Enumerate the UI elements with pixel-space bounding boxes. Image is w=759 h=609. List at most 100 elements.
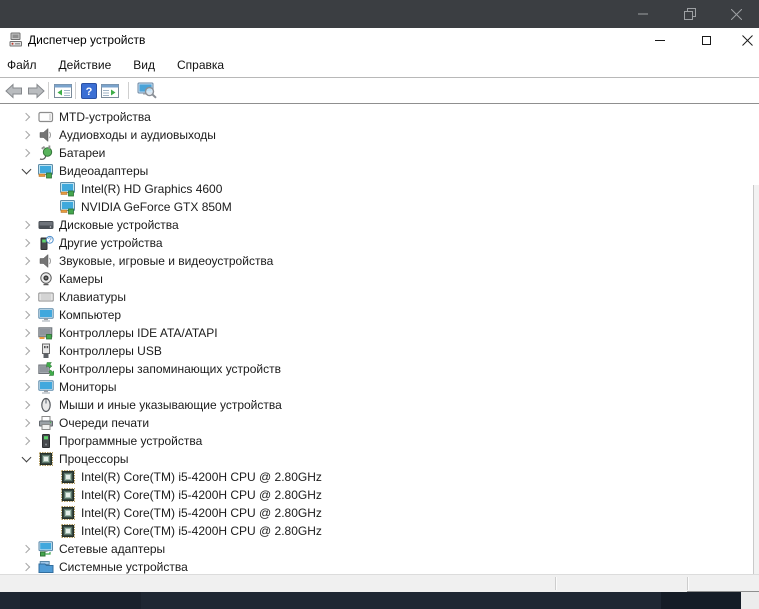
chevron-collapsed-icon[interactable] [16, 342, 38, 360]
chevron-placeholder [44, 180, 60, 198]
chevron-collapsed-icon[interactable] [16, 270, 38, 288]
chevron-collapsed-icon[interactable] [16, 558, 38, 574]
chevron-collapsed-icon[interactable] [16, 144, 38, 162]
forward-icon[interactable] [27, 80, 45, 102]
tree-item[interactable]: Контроллеры IDE ATA/ATAPI [0, 324, 759, 342]
minimize-icon[interactable] [645, 28, 675, 53]
audio-inputs-icon [38, 127, 54, 143]
display-adapter-icon [38, 163, 54, 179]
tree-item[interactable]: Процессоры [0, 450, 759, 468]
tree-item[interactable]: NVIDIA GeForce GTX 850M [0, 198, 759, 216]
tree-item-label: Intel(R) Core(TM) i5-4200H CPU @ 2.80GHz [81, 470, 322, 484]
taskbar-segment[interactable] [20, 592, 141, 609]
chevron-collapsed-icon[interactable] [16, 414, 38, 432]
menu-bar: Файл Действие Вид Справка [0, 53, 759, 77]
chevron-collapsed-icon[interactable] [16, 288, 38, 306]
back-icon[interactable] [5, 80, 23, 102]
tree-item[interactable]: Очереди печати [0, 414, 759, 432]
menu-file[interactable]: Файл [0, 53, 48, 77]
tree-item-label: Intel(R) HD Graphics 4600 [81, 182, 223, 196]
vertical-scrollbar[interactable] [753, 185, 759, 574]
tree-item[interactable]: Программные устройства [0, 432, 759, 450]
tree-item[interactable]: Intel(R) Core(TM) i5-4200H CPU @ 2.80GHz [0, 486, 759, 504]
tree-item-label: Звуковые, игровые и видеоустройства [59, 254, 274, 268]
tree-item[interactable]: ? Другие устройства [0, 234, 759, 252]
toolbar-separator [128, 82, 129, 99]
chevron-collapsed-icon[interactable] [16, 252, 38, 270]
system-device-icon [38, 559, 54, 574]
tree-item[interactable]: Звуковые, игровые и видеоустройства [0, 252, 759, 270]
tree-item[interactable]: Intel(R) HD Graphics 4600 [0, 180, 759, 198]
chevron-collapsed-icon[interactable] [16, 360, 38, 378]
tree-item-label: Intel(R) Core(TM) i5-4200H CPU @ 2.80GHz [81, 488, 322, 502]
usb-controller-icon [38, 343, 54, 359]
close-icon[interactable] [719, 0, 753, 28]
tree-item[interactable]: Intel(R) Core(TM) i5-4200H CPU @ 2.80GHz [0, 468, 759, 486]
tree-item[interactable]: Мыши и иные указывающие устройства [0, 396, 759, 414]
tree-item[interactable]: Сетевые адаптеры [0, 540, 759, 558]
tree-item[interactable]: Дисковые устройства [0, 216, 759, 234]
monitor-icon [38, 379, 54, 395]
tree-item[interactable]: Системные устройства [0, 558, 759, 574]
chevron-collapsed-icon[interactable] [16, 396, 38, 414]
tree-item-label: Контроллеры IDE ATA/ATAPI [59, 326, 218, 340]
menu-view[interactable]: Вид [122, 53, 166, 77]
display-adapter-icon [60, 199, 76, 215]
battery-icon [38, 145, 54, 161]
tree-item[interactable]: Видеоадаптеры [0, 162, 759, 180]
tree-item[interactable]: Intel(R) Core(TM) i5-4200H CPU @ 2.80GHz [0, 504, 759, 522]
chevron-collapsed-icon[interactable] [16, 216, 38, 234]
tree-item-label: Клавиатуры [59, 290, 126, 304]
taskbar-segment[interactable] [661, 592, 741, 609]
tree-item[interactable]: Мониторы [0, 378, 759, 396]
tree-item[interactable]: Контроллеры запоминающих устройств [0, 360, 759, 378]
tree-item[interactable]: Батареи [0, 144, 759, 162]
processor-icon [60, 505, 76, 521]
taskbar-segment [741, 592, 759, 609]
toolbar-separator [48, 82, 49, 99]
maximize-icon[interactable] [691, 28, 721, 53]
tree-item-label: NVIDIA GeForce GTX 850M [81, 200, 232, 214]
tree-item-label: Камеры [59, 272, 103, 286]
tree-item[interactable]: Контроллеры USB [0, 342, 759, 360]
show-console-tree-icon[interactable] [53, 80, 73, 102]
tree-item-label: MTD-устройства [59, 110, 151, 124]
tree-item[interactable]: Клавиатуры [0, 288, 759, 306]
desktop-taskbar[interactable] [0, 592, 759, 609]
software-device-icon [38, 433, 54, 449]
chevron-expanded-icon[interactable] [16, 162, 38, 180]
chevron-collapsed-icon[interactable] [16, 378, 38, 396]
minimize-icon[interactable] [626, 0, 660, 28]
restore-icon[interactable] [673, 0, 707, 28]
chevron-expanded-icon[interactable] [16, 450, 38, 468]
close-icon[interactable] [736, 28, 759, 53]
tree-item[interactable]: Intel(R) Core(TM) i5-4200H CPU @ 2.80GHz [0, 522, 759, 540]
background-window-titlebar [0, 0, 759, 28]
print-queue-icon [38, 415, 54, 431]
camera-icon [38, 271, 54, 287]
menu-help[interactable]: Справка [166, 53, 235, 77]
keyboard-icon [38, 289, 54, 305]
unknown-device-icon: ? [38, 235, 54, 251]
chevron-collapsed-icon[interactable] [16, 234, 38, 252]
tree-item[interactable]: Аудиовходы и аудиовыходы [0, 126, 759, 144]
chevron-placeholder [44, 522, 60, 540]
chevron-collapsed-icon[interactable] [16, 324, 38, 342]
chevron-collapsed-icon[interactable] [16, 432, 38, 450]
chevron-collapsed-icon[interactable] [16, 126, 38, 144]
tree-item-label: Контроллеры USB [59, 344, 162, 358]
chevron-placeholder [44, 486, 60, 504]
processor-icon [38, 451, 54, 467]
properties-icon[interactable] [100, 80, 120, 102]
chevron-collapsed-icon[interactable] [16, 306, 38, 324]
menu-action[interactable]: Действие [48, 53, 123, 77]
scan-hardware-changes-icon[interactable] [137, 80, 157, 102]
tree-item[interactable]: Камеры [0, 270, 759, 288]
tree-item-label: Аудиовходы и аудиовыходы [59, 128, 216, 142]
chevron-collapsed-icon[interactable] [16, 108, 38, 126]
help-icon[interactable]: ? [80, 80, 98, 102]
tree-item-label: Мыши и иные указывающие устройства [59, 398, 282, 412]
tree-item[interactable]: MTD-устройства [0, 108, 759, 126]
tree-item[interactable]: Компьютер [0, 306, 759, 324]
chevron-collapsed-icon[interactable] [16, 540, 38, 558]
